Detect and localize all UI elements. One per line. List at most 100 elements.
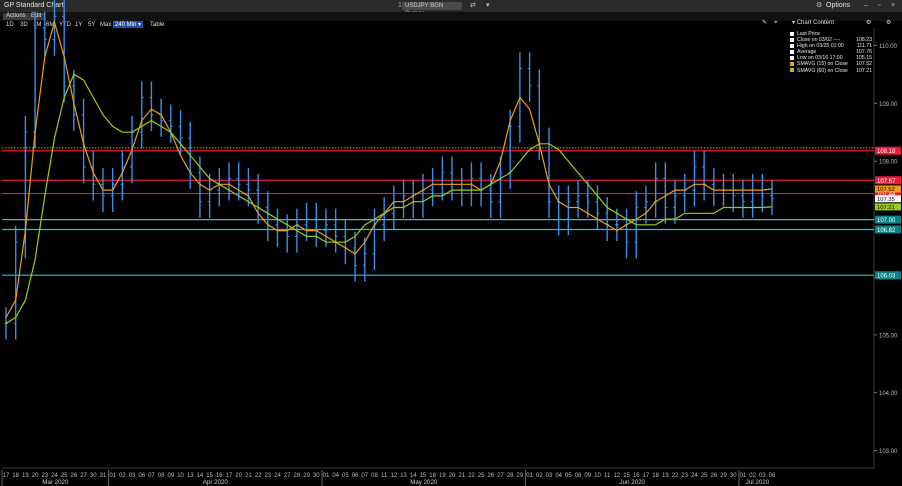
x-tick-label: 28	[507, 473, 514, 479]
x-tick-label: 03	[129, 473, 136, 479]
month-label: Mar 2020	[42, 479, 69, 486]
level-tag-label: 107.00	[877, 218, 896, 224]
series-tag-label: 107.21	[877, 205, 895, 211]
x-tick-label: 29	[720, 473, 727, 479]
series-tag-label: 107.35	[877, 197, 895, 203]
chart-legend: Last Price Close on 03/02 ---- 108.23 Hig…	[790, 31, 874, 74]
legend-row-smavg-60: SMAVG (60) on Close 107.21	[790, 68, 874, 74]
x-tick-label: 20	[32, 473, 39, 479]
x-tick-label: 31	[100, 473, 107, 479]
legend-swatch	[790, 37, 794, 42]
x-tick-label: 28	[294, 473, 301, 479]
x-tick-label: 23	[264, 473, 271, 479]
level-tag-label: 107.67	[877, 179, 896, 185]
y-tick-label: 110.00	[879, 44, 898, 50]
x-tick-label: 23	[681, 473, 688, 479]
x-tick-label: 18	[12, 473, 19, 479]
x-tick-label: 07	[148, 473, 155, 479]
x-tick-label: 02	[119, 473, 126, 479]
x-tick-label: 29	[517, 473, 524, 479]
legend-label: High on 03/25 01:00	[797, 43, 844, 50]
x-tick-label: 03	[546, 473, 553, 479]
level-tag-label: 106.82	[877, 228, 896, 234]
x-tick-label: 24	[274, 473, 281, 479]
legend-value: 107.21	[856, 67, 872, 74]
x-tick-label: 06	[138, 473, 145, 479]
legend-label: Last Price	[797, 31, 821, 37]
x-tick-label: 08	[371, 473, 378, 479]
x-tick-label: 20	[235, 473, 242, 479]
legend-swatch	[790, 49, 794, 54]
plot-area	[2, 28, 874, 468]
legend-label: SMAVG (60) on Close	[797, 67, 848, 74]
x-tick-label: 04	[555, 473, 562, 479]
y-tick-label: 108.00	[879, 160, 898, 166]
month-label: Apr 2020	[203, 479, 229, 486]
x-tick-label: 09	[167, 473, 174, 479]
x-tick-label: 27	[284, 473, 291, 479]
x-tick-label: 01	[323, 473, 330, 479]
legend-label: Close on 03/02 ----	[797, 37, 841, 44]
x-tick-label: 21	[458, 473, 465, 479]
x-tick-label: 19	[662, 473, 669, 479]
x-tick-label: 29	[303, 473, 310, 479]
x-tick-label: 27	[497, 473, 504, 479]
x-tick-label: 18	[652, 473, 659, 479]
x-tick-label: 06	[352, 473, 359, 479]
x-tick-label: 05	[342, 473, 349, 479]
x-tick-label: 30	[313, 473, 320, 479]
x-tick-label: 04	[332, 473, 339, 479]
x-tick-label: 27	[80, 473, 87, 479]
x-tick-label: 17	[3, 473, 10, 479]
x-tick-label: 10	[594, 473, 601, 479]
series-tag-label: 107.52	[877, 187, 895, 193]
legend-label: Low on 03/16 17:00	[797, 55, 843, 62]
y-tick-label: 103.00	[879, 449, 898, 455]
x-tick-label: 22	[672, 473, 679, 479]
x-tick-label: 02	[536, 473, 543, 479]
x-tick-label: 26	[487, 473, 494, 479]
month-label: Jul 2020	[746, 479, 770, 486]
x-tick-label: 30	[90, 473, 97, 479]
month-label: May 2020	[410, 479, 438, 486]
x-tick-label: 07	[361, 473, 368, 479]
x-tick-label: 11	[604, 473, 611, 479]
legend-swatch	[790, 56, 794, 60]
x-tick-label: 10	[177, 473, 184, 479]
x-tick-label: 22	[468, 473, 475, 479]
legend-swatch	[790, 43, 794, 48]
y-tick-label: 105.00	[879, 333, 898, 339]
x-tick-label: 08	[575, 473, 582, 479]
x-tick-label: 22	[255, 473, 262, 479]
x-tick-label: 19	[439, 473, 446, 479]
level-tag-label: 108.18	[877, 149, 896, 155]
month-label: Jun 2020	[620, 479, 646, 486]
level-tag-label: 106.03	[877, 274, 896, 280]
x-tick-label: 19	[22, 473, 29, 479]
x-tick-label: 09	[584, 473, 591, 479]
price-chart[interactable]: 110.00109.00108.00107.00106.00105.00104.…	[0, 0, 902, 486]
x-tick-label: 11	[381, 473, 388, 479]
x-tick-label: 25	[701, 473, 708, 479]
x-tick-label: 08	[158, 473, 165, 479]
y-tick-label: 104.00	[879, 391, 898, 397]
x-tick-label: 01	[109, 473, 116, 479]
legend-swatch	[790, 68, 794, 73]
x-tick-label: 26	[71, 473, 78, 479]
legend-label: SMAVG (15) on Close	[797, 61, 848, 68]
x-tick-label: 01	[526, 473, 533, 479]
x-tick-label: 20	[449, 473, 456, 479]
x-tick-label: 06	[769, 473, 776, 479]
y-tick-label: 109.00	[879, 102, 898, 108]
x-tick-label: 24	[691, 473, 698, 479]
x-tick-label: 26	[710, 473, 717, 479]
x-tick-label: 30	[730, 473, 737, 479]
legend-swatch	[790, 31, 794, 36]
x-tick-label: 13	[400, 473, 407, 479]
legend-swatch	[790, 62, 794, 67]
legend-label: Average	[797, 49, 817, 56]
x-tick-label: 12	[391, 473, 398, 479]
x-tick-label: 05	[565, 473, 572, 479]
x-tick-label: 25	[478, 473, 485, 479]
x-tick-label: 13	[187, 473, 194, 479]
